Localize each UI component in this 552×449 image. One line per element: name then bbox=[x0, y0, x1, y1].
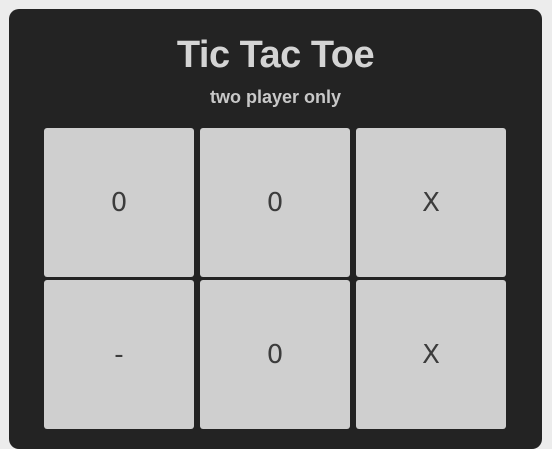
game-panel: Tic Tac Toe two player only 0 0 X - 0 X bbox=[9, 9, 542, 449]
board-cell-4[interactable]: - bbox=[44, 280, 194, 429]
page-title: Tic Tac Toe bbox=[176, 34, 375, 76]
board-cell-5[interactable]: 0 bbox=[200, 280, 350, 429]
board-cell-2[interactable]: 0 bbox=[200, 128, 350, 277]
board-cell-3[interactable]: X bbox=[356, 128, 506, 277]
page-subtitle: two player only bbox=[209, 87, 342, 107]
board-cell-1[interactable]: 0 bbox=[44, 128, 194, 277]
board-cell-6[interactable]: X bbox=[356, 280, 506, 429]
